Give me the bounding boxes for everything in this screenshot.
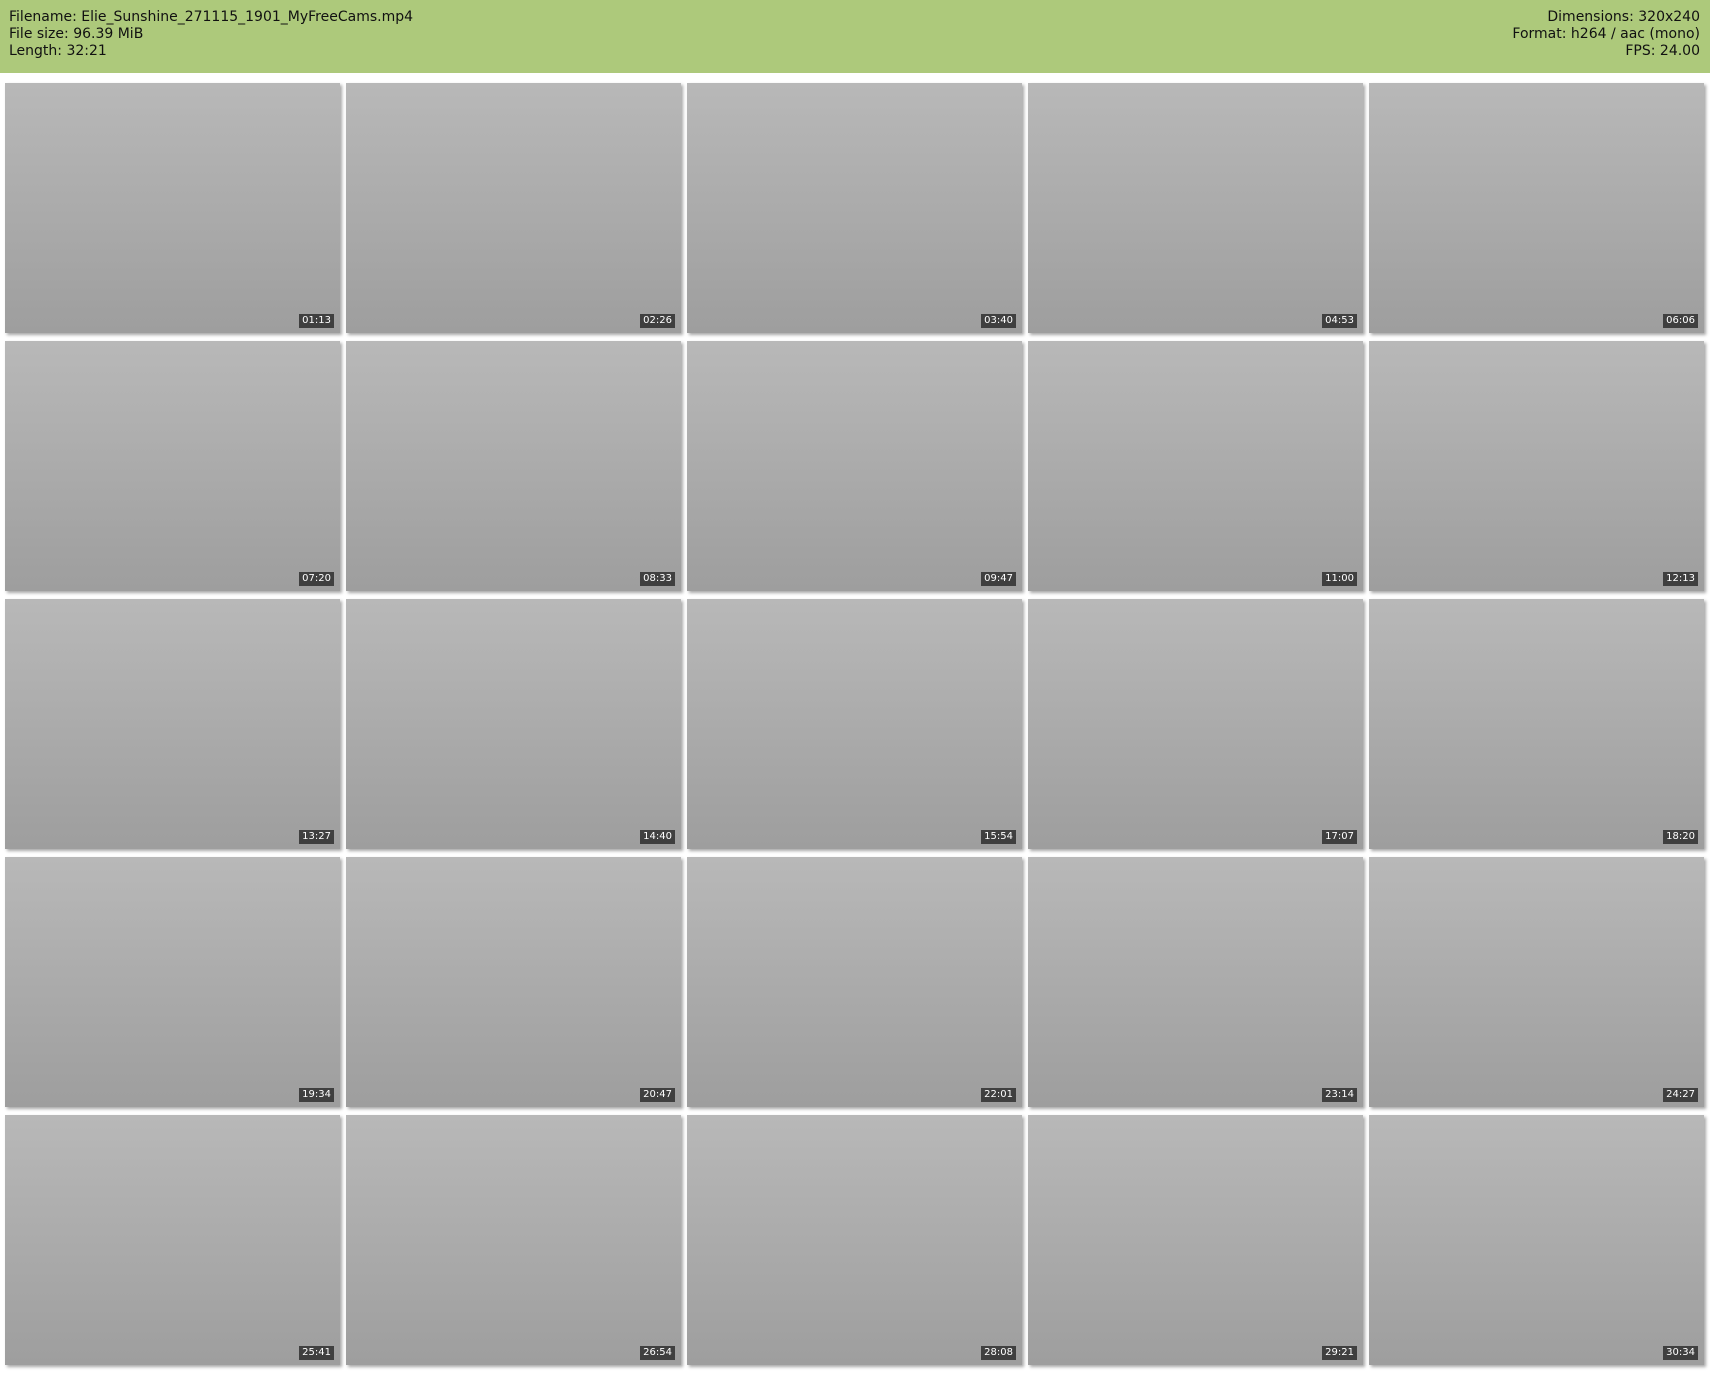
frame-placeholder — [5, 83, 340, 333]
thumbnail-frame: 18:20 — [1369, 599, 1704, 849]
timestamp-label: 18:20 — [1663, 830, 1698, 844]
timestamp-label: 04:53 — [1322, 314, 1357, 328]
frame-placeholder — [687, 857, 1022, 1107]
timestamp-label: 30:34 — [1663, 1346, 1698, 1360]
thumbnail-frame: 15:54 — [687, 599, 1022, 849]
frame-placeholder — [1369, 1115, 1704, 1365]
thumbnail-frame: 20:47 — [346, 857, 681, 1107]
timestamp-label: 08:33 — [640, 572, 675, 586]
thumbnail-frame: 13:27 — [5, 599, 340, 849]
frame-placeholder — [5, 599, 340, 849]
frame-placeholder — [1369, 599, 1704, 849]
thumbnail-frame: 04:53 — [1028, 83, 1363, 333]
timestamp-label: 23:14 — [1322, 1088, 1357, 1102]
filename-text: Filename: Elie_Sunshine_271115_1901_MyFr… — [9, 9, 414, 25]
frame-placeholder — [346, 857, 681, 1107]
timestamp-label: 01:13 — [299, 314, 334, 328]
thumbnail-frame: 26:54 — [346, 1115, 681, 1365]
thumbnail-frame: 24:27 — [1369, 857, 1704, 1107]
fps-text: FPS: 24.00 — [1625, 43, 1700, 59]
thumbnail-frame: 11:00 — [1028, 341, 1363, 591]
timestamp-label: 11:00 — [1322, 572, 1357, 586]
thumbnail-frame: 06:06 — [1369, 83, 1704, 333]
timestamp-label: 19:34 — [299, 1088, 334, 1102]
timestamp-label: 17:07 — [1322, 830, 1357, 844]
thumbnail-frame: 30:34 — [1369, 1115, 1704, 1365]
thumbnail-frame: 14:40 — [346, 599, 681, 849]
file-info: Filename: Elie_Sunshine_271115_1901_MyFr… — [9, 9, 413, 60]
stream-info: Dimensions: 320x240 Format: h264 / aac (… — [1512, 9, 1700, 60]
frame-placeholder — [1369, 83, 1704, 333]
thumbnail-frame: 09:47 — [687, 341, 1022, 591]
timestamp-label: 25:41 — [299, 1346, 334, 1360]
thumbnail-frame: 03:40 — [687, 83, 1022, 333]
timestamp-label: 07:20 — [299, 572, 334, 586]
frame-placeholder — [1369, 857, 1704, 1107]
frame-placeholder — [1028, 83, 1363, 333]
timestamp-label: 03:40 — [981, 314, 1016, 328]
timestamp-label: 09:47 — [981, 572, 1016, 586]
timestamp-label: 20:47 — [640, 1088, 675, 1102]
frame-placeholder — [346, 83, 681, 333]
timestamp-label: 26:54 — [640, 1346, 675, 1360]
thumbnail-frame: 19:34 — [5, 857, 340, 1107]
timestamp-label: 15:54 — [981, 830, 1016, 844]
frame-placeholder — [346, 599, 681, 849]
dimensions-text: Dimensions: 320x240 — [1547, 9, 1700, 25]
thumbnail-frame: 29:21 — [1028, 1115, 1363, 1365]
length-text: Length: 32:21 — [9, 43, 107, 59]
frame-placeholder — [1028, 599, 1363, 849]
frame-placeholder — [346, 341, 681, 591]
file-size-text: File size: 96.39 MiB — [9, 26, 144, 42]
thumbnail-frame: 17:07 — [1028, 599, 1363, 849]
timestamp-label: 29:21 — [1322, 1346, 1357, 1360]
timestamp-label: 14:40 — [640, 830, 675, 844]
thumbnail-frame: 23:14 — [1028, 857, 1363, 1107]
thumbnail-frame: 07:20 — [5, 341, 340, 591]
timestamp-label: 28:08 — [981, 1346, 1016, 1360]
format-text: Format: h264 / aac (mono) — [1512, 26, 1700, 42]
timestamp-label: 13:27 — [299, 830, 334, 844]
timestamp-label: 06:06 — [1663, 314, 1698, 328]
frame-placeholder — [1028, 857, 1363, 1107]
timestamp-label: 24:27 — [1663, 1088, 1698, 1102]
timestamp-label: 12:13 — [1663, 572, 1698, 586]
thumbnail-frame: 12:13 — [1369, 341, 1704, 591]
thumbnail-frame: 28:08 — [687, 1115, 1022, 1365]
thumbnail-frame: 22:01 — [687, 857, 1022, 1107]
frame-placeholder — [1028, 1115, 1363, 1365]
frame-placeholder — [1369, 341, 1704, 591]
thumbnail-frame: 02:26 — [346, 83, 681, 333]
timestamp-label: 02:26 — [640, 314, 675, 328]
info-header: Filename: Elie_Sunshine_271115_1901_MyFr… — [0, 0, 1710, 73]
frame-placeholder — [5, 341, 340, 591]
thumbnail-grid: 01:13 02:26 03:40 04:53 06:06 07:20 08:33 09:47… — [5, 83, 1704, 1365]
frame-placeholder — [5, 1115, 340, 1365]
frame-placeholder — [5, 857, 340, 1107]
frame-placeholder — [346, 1115, 681, 1365]
frame-placeholder — [687, 1115, 1022, 1365]
thumbnail-frame: 01:13 — [5, 83, 340, 333]
frame-placeholder — [687, 599, 1022, 849]
thumbnail-frame: 25:41 — [5, 1115, 340, 1365]
timestamp-label: 22:01 — [981, 1088, 1016, 1102]
frame-placeholder — [1028, 341, 1363, 591]
thumbnail-frame: 08:33 — [346, 341, 681, 591]
frame-placeholder — [687, 341, 1022, 591]
frame-placeholder — [687, 83, 1022, 333]
